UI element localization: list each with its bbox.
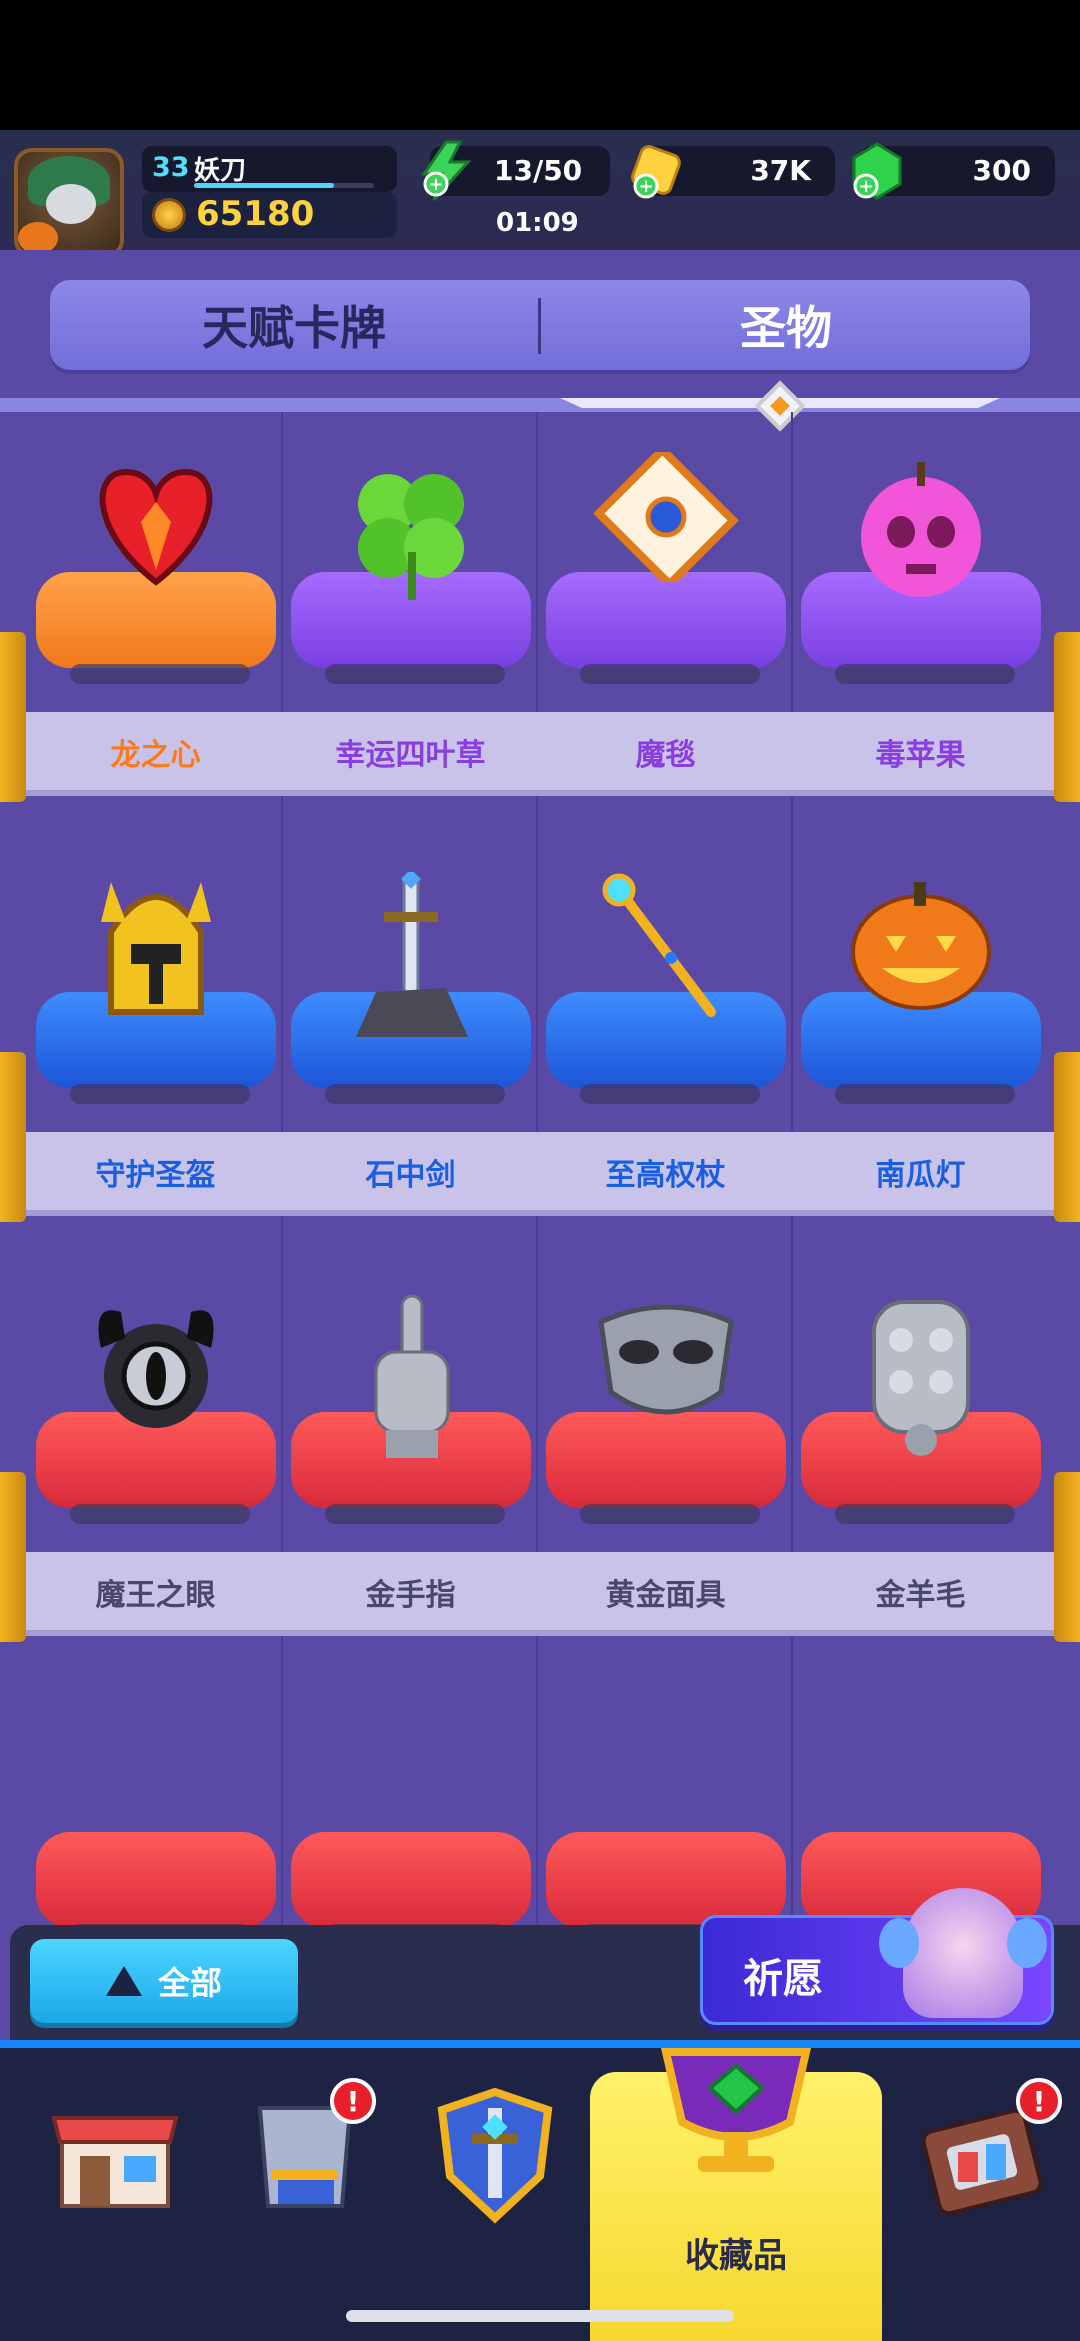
avatar-face [46,184,96,224]
equipment-alert-badge: ! [330,2078,376,2124]
player-name-box[interactable]: 33 妖刀 [142,146,397,192]
energy-counter[interactable]: + 13/50 [421,140,610,202]
relic-name: 守护圣盔 [95,1158,216,1193]
relic-cushion [283,1832,539,1944]
gem-counter[interactable]: + 300 [852,142,1055,200]
tab-divider [538,298,541,354]
player-level: 33 [152,152,190,183]
filter-triangle-icon [105,1966,142,1996]
player-avatar[interactable] [14,148,124,258]
top-hud: 33 妖刀 65180 + 13/50 01:09 + 37K + 300 [0,130,1080,258]
shelf-edge-left [0,632,26,802]
filter-all-label: 全部 [157,1964,222,2002]
wish-label: 祈愿 [743,1956,823,2002]
svg-text:+: + [858,176,873,197]
shelf-edge-left [0,1052,26,1222]
shelf-edge-left [0,1472,26,1642]
gem-plus-icon: + [852,142,902,200]
nav-equipment[interactable]: ! [230,2078,380,2238]
wish-button[interactable]: 祈愿 [700,1888,1054,2025]
scepter-icon [591,872,741,1036]
golden-finger-icon [356,1292,466,1466]
energy-timer: 01:09 [496,208,579,238]
dragon-heart-icon [81,452,231,596]
ghost-mascot-icon [879,1888,1047,2018]
relic-card[interactable]: 石中剑 [283,832,539,1242]
relic-cushion [538,572,794,684]
gold-counter[interactable]: + 37K [631,145,835,199]
tab-talent-cards[interactable]: 天赋卡牌 [50,280,538,370]
relic-card[interactable]: 黄金面具 [538,1252,794,1662]
jack-o-lantern-icon [846,872,996,1016]
shelf-edge-right [1054,1472,1080,1642]
home-indicator[interactable] [346,2310,734,2322]
workshop-alert-badge: ! [1016,2078,1062,2124]
status-bar [0,0,1080,130]
tab-relics[interactable]: 圣物 [542,280,1030,370]
relic-card[interactable]: 毒苹果 [793,412,1049,822]
relic-card[interactable]: 金手指 [283,1252,539,1662]
relic-name: 黄金面具 [605,1578,726,1613]
magic-carpet-icon [586,444,746,590]
relic-card[interactable]: 魔王之眼 [28,1252,284,1662]
demon-eye-icon [81,1292,231,1446]
nav-shop[interactable] [40,2078,190,2238]
golden-fleece-icon [856,1292,986,1466]
relic-card[interactable]: 魔毯 [538,412,794,822]
collection-panel: 天赋卡牌 圣物 龙之心 幸运四叶草 魔毯 毒苹果守护圣盔 石中剑 至高权杖 南瓜灯魔王之眼 金… [0,250,1080,2040]
svg-text:+: + [428,174,443,195]
trophy-icon [152,198,186,232]
guardian-helmet-icon [81,872,231,1036]
trophy-cup-icon [660,2048,812,2172]
relic-name: 幸运四叶草 [335,738,486,773]
golden-mask-icon [581,1292,751,1436]
relic-name: 魔毯 [635,738,696,773]
relic-card[interactable]: 南瓜灯 [793,832,1049,1242]
ghost-wing-left [879,1918,919,1968]
category-tabs: 天赋卡牌 圣物 [50,280,1030,370]
ghost-wing-right [1007,1918,1047,1968]
shop-icon [51,2116,179,2208]
relic-card[interactable]: 龙之心 [28,412,284,822]
shelf-edge-right [1054,1052,1080,1222]
energy-value: 13/50 [494,154,583,187]
shelf-edge-right [1054,632,1080,802]
relic-card[interactable]: 至高权杖 [538,832,794,1242]
filter-bar: 全部 祈愿 [10,1888,1080,2040]
poison-apple-icon [851,452,991,606]
gem-value: 300 [972,154,1031,187]
relic-card[interactable]: 幸运四叶草 [283,412,539,822]
relic-name: 魔王之眼 [95,1578,216,1613]
shield-sword-icon [437,2087,553,2224]
trophy-box[interactable]: 65180 [142,192,397,238]
gold-plus-icon: + [631,145,681,199]
nav-collectibles[interactable]: 收藏品 [590,2048,882,2341]
nav-collectibles-label: 收藏品 [685,2236,787,2276]
nav-workshop[interactable]: ! [910,2078,1062,2238]
relic-card[interactable]: 守护圣盔 [28,832,284,1242]
relic-card[interactable]: 金羊毛 [793,1252,1049,1662]
nav-battle[interactable] [420,2078,570,2238]
gold-value: 37K [750,154,811,187]
relic-name: 金羊毛 [875,1578,966,1613]
sword-in-stone-icon [346,869,476,1046]
relic-name: 金手指 [365,1578,456,1613]
relic-name: 龙之心 [110,738,201,773]
player-name: 妖刀 [194,156,247,186]
svg-text:+: + [638,176,653,197]
four-leaf-clover-icon [336,452,486,606]
relic-cushion [538,1832,794,1944]
relic-name: 石中剑 [365,1158,456,1193]
xp-bar [194,183,374,188]
relic-name: 南瓜灯 [875,1158,966,1193]
trophy-count: 65180 [196,194,315,234]
bottom-nav: ! 收藏品 ! [0,2040,1080,2341]
energy-plus-icon: + [421,140,472,202]
relic-name: 毒苹果 [875,738,966,773]
relic-cushion [28,1832,284,1944]
xp-bar-fill [194,183,335,188]
relic-name: 至高权杖 [605,1158,726,1193]
filter-all-button[interactable]: 全部 [30,1939,298,2023]
